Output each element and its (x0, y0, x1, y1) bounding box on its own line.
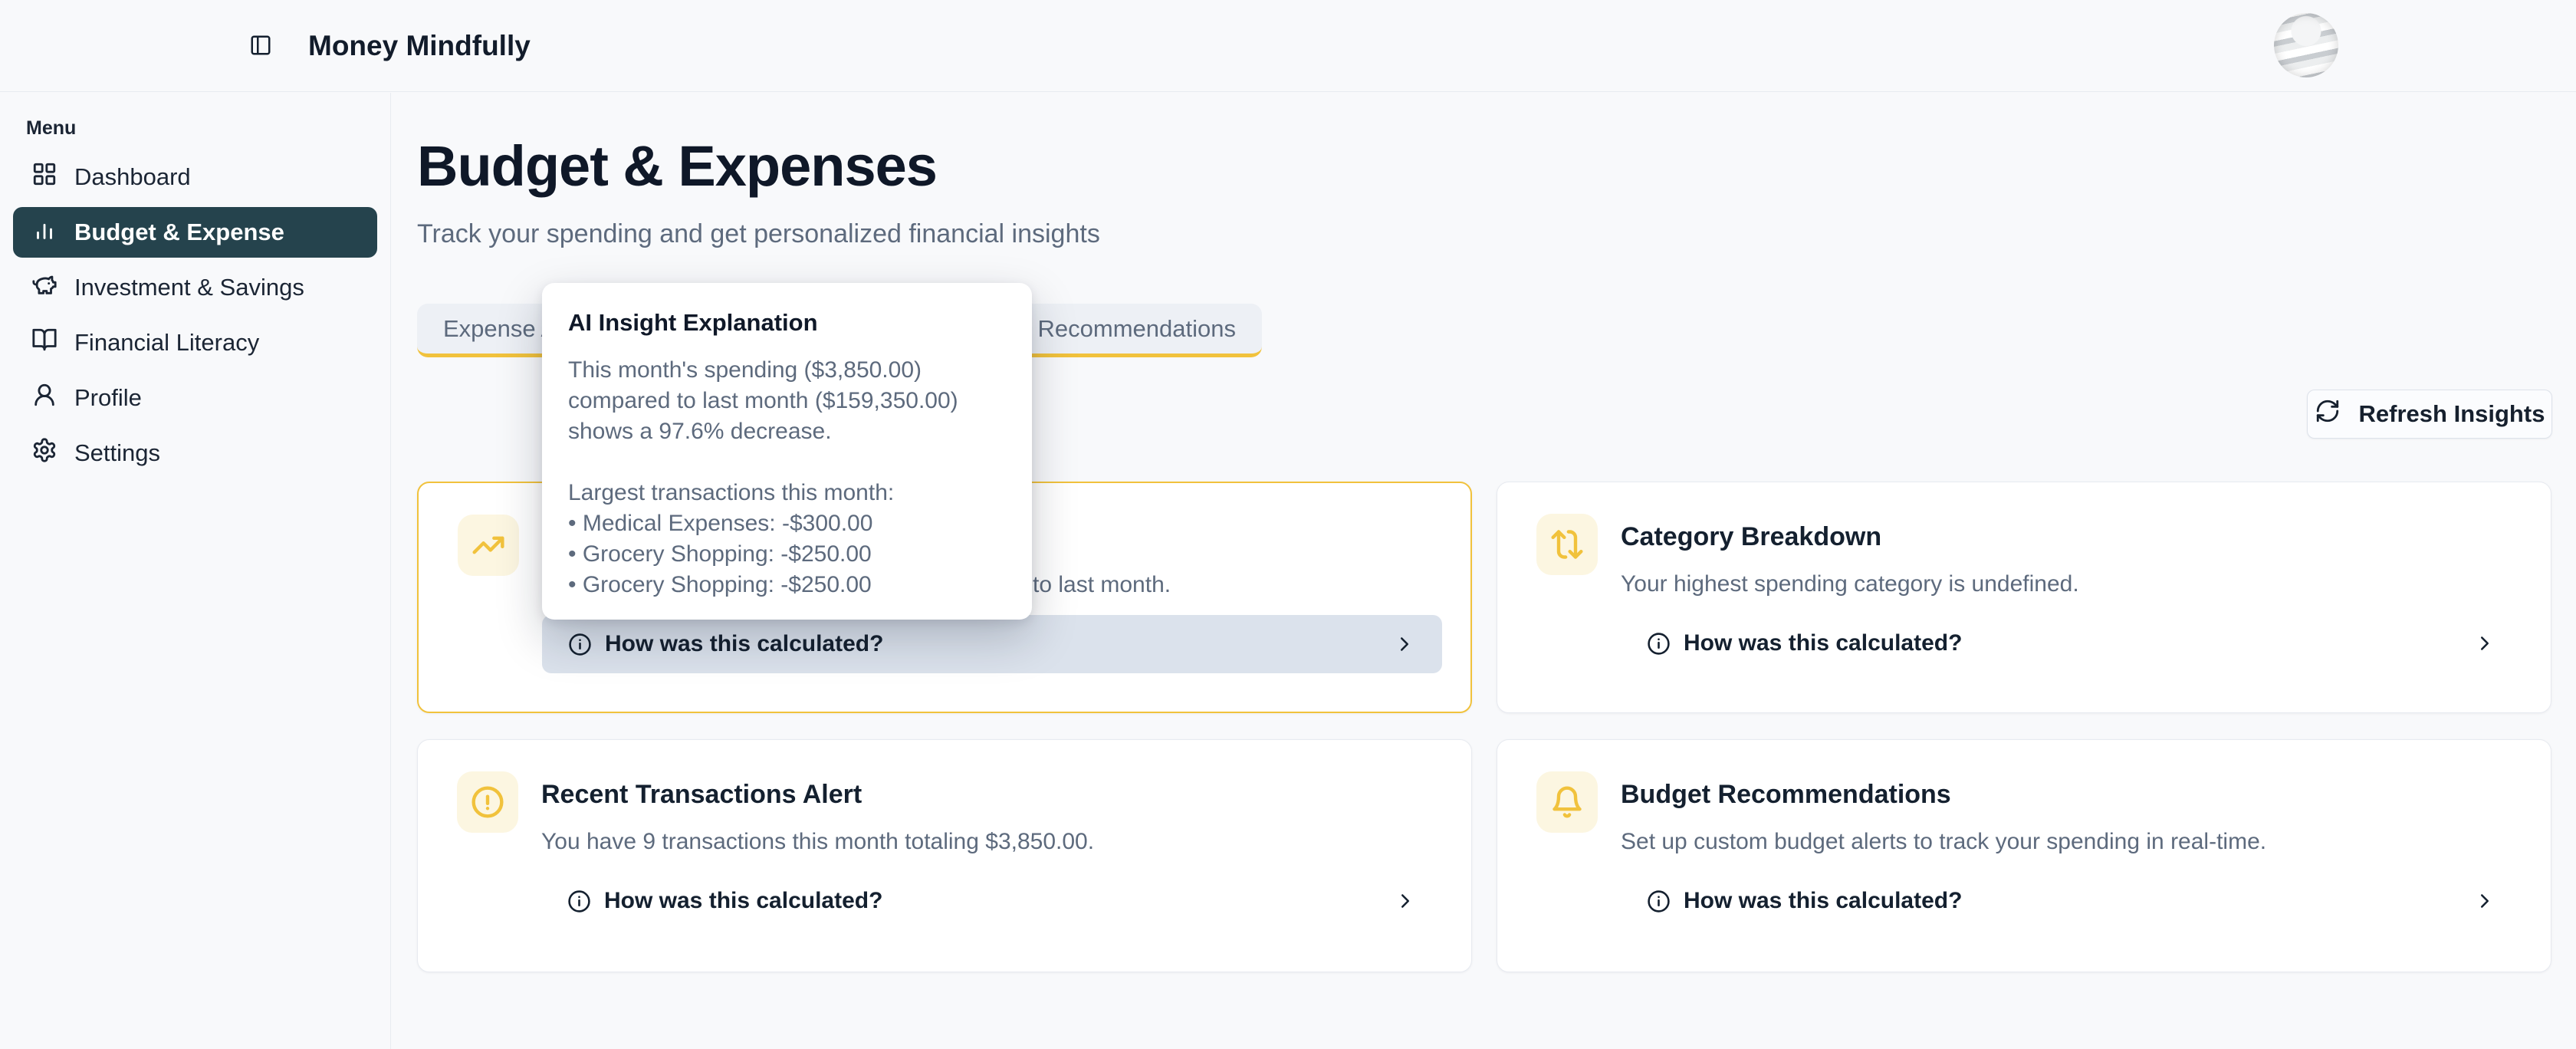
card-description: You have 9 transactions this month total… (541, 829, 1094, 855)
bell-icon (1536, 771, 1598, 833)
popup-list-header: Largest transactions this month: (568, 478, 1006, 508)
page-subtitle: Track your spending and get personalized… (417, 219, 1100, 249)
how-calculated-link[interactable]: How was this calculated? (1621, 872, 2522, 930)
how-calculated-link[interactable]: How was this calculated? (542, 615, 1442, 673)
sidebar-item-settings[interactable]: Settings (13, 428, 377, 478)
sidebar-item-label: Settings (74, 439, 160, 467)
alert-circle-icon (457, 771, 518, 833)
info-icon (1647, 632, 1671, 656)
info-icon (1647, 890, 1671, 913)
refresh-insights-label: Refresh Insights (2359, 400, 2545, 428)
gear-icon (31, 437, 58, 469)
card-title: Budget Recommendations (1621, 780, 1951, 810)
sidebar-toggle-button[interactable] (239, 25, 282, 67)
card-recent-transactions-alert: Recent Transactions Alert You have 9 tra… (417, 739, 1472, 972)
how-calculated-label: How was this calculated? (1684, 888, 1962, 914)
popup-body: This month's spending ($3,850.00) compar… (568, 355, 1006, 447)
page-title: Budget & Expenses (417, 133, 937, 199)
repeat-icon (1536, 514, 1598, 575)
sidebar-item-label: Financial Literacy (74, 329, 259, 357)
chevron-right-icon (2473, 890, 2496, 913)
how-calculated-link[interactable]: How was this calculated? (1621, 614, 2522, 672)
card-title: Recent Transactions Alert (541, 780, 862, 810)
top-bar: Money Mindfully (0, 0, 2576, 92)
how-calculated-label: How was this calculated? (605, 631, 883, 657)
chevron-right-icon (1394, 890, 1417, 913)
card-category-breakdown: Category Breakdown Your highest spending… (1497, 482, 2551, 713)
sidebar: Menu Dashboard Budget & Expense Investme… (0, 93, 391, 1049)
app: Money Mindfully Menu Dashboard Budget & … (0, 0, 2576, 1049)
popup-title: AI Insight Explanation (568, 309, 1006, 337)
book-open-icon (31, 327, 58, 359)
card-description: Set up custom budget alerts to track you… (1621, 829, 2266, 855)
piggy-bank-icon (31, 271, 58, 304)
sidebar-item-label: Dashboard (74, 163, 191, 191)
bar-chart-icon (31, 216, 58, 248)
card-description: Your highest spending category is undefi… (1621, 571, 2079, 597)
sidebar-item-investment-savings[interactable]: Investment & Savings (13, 262, 377, 313)
how-calculated-link[interactable]: How was this calculated? (541, 872, 1443, 930)
refresh-insights-button[interactable]: Refresh Insights (2307, 390, 2552, 439)
panel-left-icon (249, 34, 272, 59)
avatar[interactable] (2274, 13, 2338, 77)
sidebar-item-financial-literacy[interactable]: Financial Literacy (13, 317, 377, 368)
menu-label: Menu (26, 117, 76, 140)
sidebar-item-dashboard[interactable]: Dashboard (13, 152, 377, 202)
sidebar-item-label: Investment & Savings (74, 274, 304, 301)
card-description-fragment: to last month. (1033, 572, 1171, 598)
how-calculated-label: How was this calculated? (1684, 630, 1962, 656)
user-icon (31, 382, 58, 414)
popup-list-item: • Grocery Shopping: -$250.00 (568, 539, 1006, 570)
ai-insight-popup: AI Insight Explanation This month's spen… (542, 283, 1032, 620)
sidebar-item-label: Budget & Expense (74, 219, 284, 246)
sidebar-nav: Dashboard Budget & Expense Investment & … (13, 152, 377, 483)
sidebar-item-budget-expense[interactable]: Budget & Expense (13, 207, 377, 258)
dashboard-grid-icon (31, 161, 58, 193)
chevron-right-icon (2473, 632, 2496, 655)
refresh-icon (2315, 398, 2341, 430)
info-icon (568, 633, 592, 656)
popup-list-item: • Medical Expenses: -$300.00 (568, 508, 1006, 539)
card-title: Category Breakdown (1621, 522, 1881, 552)
sidebar-item-profile[interactable]: Profile (13, 373, 377, 423)
trending-up-icon (458, 515, 519, 576)
how-calculated-label: How was this calculated? (604, 888, 882, 914)
app-title: Money Mindfully (308, 0, 531, 92)
chevron-right-icon (1393, 633, 1416, 656)
info-icon (567, 890, 591, 913)
sidebar-item-label: Profile (74, 384, 142, 412)
popup-list-item: • Grocery Shopping: -$250.00 (568, 570, 1006, 600)
card-budget-recommendations: Budget Recommendations Set up custom bud… (1497, 739, 2551, 972)
